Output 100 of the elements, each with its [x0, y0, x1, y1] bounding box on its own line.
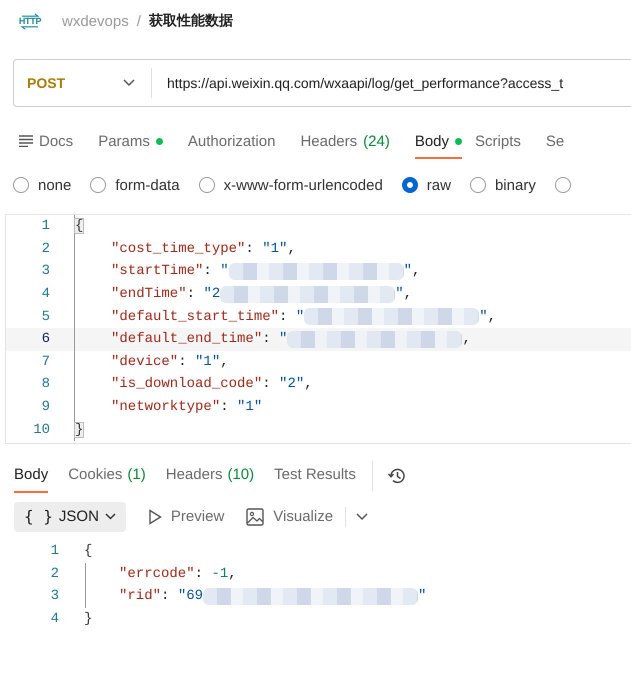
code-token: :	[186, 286, 196, 302]
line-number: 9	[40, 399, 50, 416]
request-tab[interactable]: Authorization	[188, 125, 288, 159]
breadcrumb-separator: /	[136, 12, 141, 30]
code-token: "rid"	[119, 588, 162, 604]
code-token: "is_download_code"	[111, 376, 262, 392]
radio-button[interactable]	[13, 177, 29, 193]
line-number: 1	[40, 218, 50, 234]
chevron-down-icon	[123, 79, 135, 87]
radio-label: form-data	[115, 176, 180, 194]
code-token: :	[279, 308, 288, 325]
format-dropdown[interactable]: { } JSON	[14, 502, 126, 532]
radio-label: binary	[494, 176, 536, 194]
line-number: 3	[50, 588, 59, 604]
url-field[interactable]: https://api.weixin.qq.com/wxaapi/log/get_performance?access_t	[167, 75, 564, 91]
status-dot	[455, 138, 462, 144]
request-tab[interactable]: Docs	[19, 125, 86, 159]
line-number: 10	[32, 422, 50, 438]
code-token: "	[404, 263, 412, 280]
line-number: 2	[50, 566, 59, 582]
radio-label: none	[38, 176, 72, 194]
lines-icon	[19, 135, 33, 147]
response-tab[interactable]: Cookies (1)	[68, 458, 146, 493]
code-token: "default_end_time"	[111, 331, 262, 348]
code-editor[interactable]: 1 { 2 "cost_time_type": "1", 3 "startTime": " ", 4 "endTime": "2 ", 5 "default_start_time": " ", 6 "default_end_time": " , 7 "device": "1", 8 "is_download_code": "2", 9 "networktype": "1" 10 }	[5, 214, 631, 444]
code-token: ,	[220, 354, 229, 370]
code-token: ,	[228, 566, 237, 582]
radio-label: raw	[426, 176, 451, 194]
code-token: "2	[203, 286, 220, 302]
code-token: "errcode"	[119, 566, 195, 582]
code-token: ,	[404, 286, 412, 302]
line-number: 5	[40, 308, 50, 325]
method-dropdown[interactable]: POST	[14, 68, 152, 98]
response-tab[interactable]: Test Results	[274, 458, 356, 493]
chevron-down-icon[interactable]	[356, 512, 368, 521]
line-number: 8	[40, 376, 50, 392]
code-token: :	[220, 399, 230, 416]
code-token: ,	[287, 240, 296, 257]
code-brace: {	[74, 218, 84, 234]
code-token: ,	[488, 308, 496, 325]
code-brace: }	[84, 612, 92, 626]
history-icon[interactable]	[386, 466, 407, 486]
code-token: "networktype"	[111, 399, 220, 416]
code-token: :	[203, 263, 213, 280]
status-dot	[156, 138, 163, 144]
code-token: "1"	[237, 399, 262, 416]
radio-button[interactable]	[402, 177, 418, 193]
line-number: 6	[40, 331, 50, 348]
code-token: "1"	[262, 240, 288, 257]
code-token: ,	[462, 331, 471, 348]
code-token: "	[279, 331, 288, 348]
code-token: "endTime"	[111, 286, 187, 302]
code-token: "startTime"	[111, 263, 204, 280]
code-token: "	[395, 286, 404, 302]
code-token: "cost_time_type"	[111, 240, 246, 257]
line-number: 2	[40, 240, 50, 257]
code-token: "	[296, 308, 304, 325]
line-number: 4	[50, 611, 59, 628]
code-brace: }	[74, 422, 84, 438]
code-token: ,	[304, 376, 313, 392]
code-token: :	[262, 376, 272, 392]
code-token: :	[178, 354, 188, 370]
code-token: :	[245, 240, 255, 257]
response-tab[interactable]: Headers (10)	[166, 458, 254, 493]
image-icon	[246, 508, 264, 526]
request-title: 获取性能数据	[148, 12, 233, 30]
radio-button[interactable]	[90, 177, 106, 193]
request-tab[interactable]: Se	[546, 125, 576, 159]
code-token: :	[161, 588, 170, 604]
line-number: 3	[40, 263, 50, 280]
code-token: "	[220, 263, 229, 280]
preview-button[interactable]: Preview	[138, 502, 232, 532]
play-icon	[148, 508, 162, 525]
code-token: "	[418, 588, 426, 604]
code-token: "default_start_time"	[111, 308, 280, 325]
visualize-button[interactable]: Visualize	[236, 502, 342, 532]
request-tab[interactable]: Body	[414, 125, 462, 159]
radio-button[interactable]	[554, 177, 571, 193]
request-tab[interactable]: Params	[98, 125, 175, 159]
code-token: "1"	[195, 354, 220, 370]
radio-button[interactable]	[198, 177, 215, 193]
code-token: "69	[178, 588, 204, 604]
line-number: 4	[40, 286, 50, 302]
line-number: 1	[50, 543, 59, 560]
response-tab[interactable]: Body	[14, 458, 48, 493]
radio-button[interactable]	[470, 177, 486, 193]
code-brace: {	[84, 544, 92, 558]
code-token: -1	[211, 566, 228, 582]
code-token: "2"	[279, 376, 304, 392]
chevron-down-icon	[104, 513, 116, 520]
code-token: "	[479, 308, 488, 325]
request-tab[interactable]: Scripts	[475, 125, 533, 159]
code-token: :	[194, 566, 204, 582]
code-token: "device"	[111, 354, 178, 370]
line-number: 7	[40, 354, 50, 370]
collection-link[interactable]: wxdevops	[62, 12, 129, 30]
code-token: ,	[412, 263, 420, 280]
radio-label: x-www-form-urlencoded	[224, 176, 383, 194]
request-tab[interactable]: Headers (24)	[300, 125, 402, 159]
code-token: :	[262, 331, 272, 348]
